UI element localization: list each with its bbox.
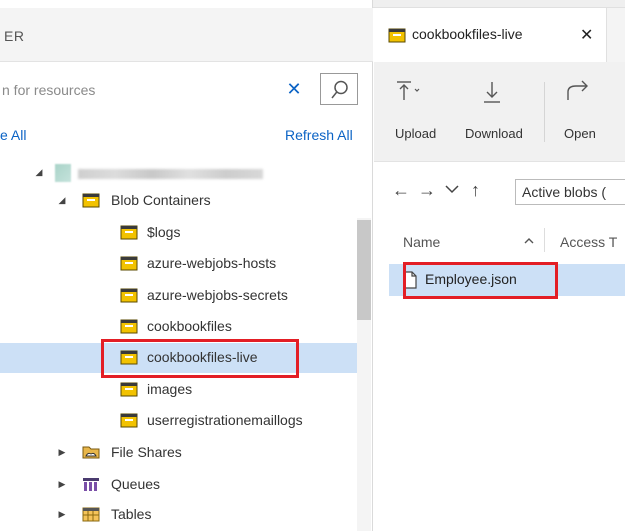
collapsed-arrow-icon[interactable]: ▶ bbox=[57, 508, 67, 520]
container-icon bbox=[120, 413, 138, 428]
tree-label: $logs bbox=[147, 224, 181, 240]
tree-storage-account[interactable]: ◢ bbox=[0, 158, 357, 188]
search-input[interactable] bbox=[0, 75, 311, 105]
tree-label: cookbookfiles bbox=[147, 318, 232, 334]
tree-container[interactable]: userregistrationemaillogs bbox=[0, 406, 357, 436]
download-label: Download bbox=[465, 126, 523, 141]
collapsed-arrow-icon[interactable]: ▶ bbox=[57, 478, 67, 490]
refresh-all-link[interactable]: Refresh All bbox=[285, 127, 353, 143]
highlight-box-file bbox=[403, 262, 558, 299]
upload-button[interactable]: Upload bbox=[382, 62, 456, 162]
download-button[interactable]: Download bbox=[458, 62, 532, 162]
tree-label: userregistrationemaillogs bbox=[147, 412, 303, 428]
expanded-arrow-icon[interactable]: ◢ bbox=[57, 194, 67, 206]
explorer-header: ER bbox=[0, 8, 373, 62]
container-icon bbox=[120, 382, 138, 397]
tab-cookbookfiles-live[interactable]: cookbookfiles-live ✕ bbox=[374, 8, 607, 62]
queue-icon bbox=[83, 478, 99, 491]
tree-container[interactable]: $logs bbox=[0, 218, 357, 248]
explorer-title: ER bbox=[4, 28, 25, 44]
tree-label: Queues bbox=[111, 476, 161, 492]
container-icon bbox=[120, 225, 138, 240]
navigation-bar: ← → ↑ Active blobs ( bbox=[374, 162, 625, 218]
container-icon bbox=[120, 256, 138, 271]
tree-container[interactable]: azure-webjobs-secrets bbox=[0, 281, 357, 311]
tree-container[interactable]: cookbookfiles bbox=[0, 312, 357, 342]
collapse-all-link[interactable]: e All bbox=[0, 127, 26, 143]
file-share-icon bbox=[82, 446, 100, 459]
tree-queues[interactable]: ▶ Queues bbox=[0, 470, 357, 500]
upload-label: Upload bbox=[395, 126, 437, 141]
close-icon[interactable]: ✕ bbox=[283, 77, 305, 101]
path-box[interactable]: Active blobs ( bbox=[515, 179, 625, 205]
explorer-panel: ER ✕ e All Refresh All ◢ ◢ Blob Containe… bbox=[0, 0, 373, 531]
tree-label: Tables bbox=[111, 506, 152, 522]
download-icon bbox=[484, 82, 500, 103]
upload-icon bbox=[397, 81, 420, 100]
tree-scrollbar-thumb[interactable] bbox=[357, 220, 371, 320]
storage-account-name-redacted bbox=[78, 169, 263, 179]
storage-account-icon bbox=[55, 164, 71, 182]
column-header-name[interactable]: Name bbox=[403, 234, 440, 250]
collapsed-arrow-icon[interactable]: ▶ bbox=[57, 446, 67, 458]
tree-blob-containers[interactable]: ◢ Blob Containers bbox=[0, 186, 357, 216]
toolbar: Upload Download Open bbox=[374, 62, 625, 162]
column-header-access-tier[interactable]: Access T bbox=[560, 234, 617, 250]
tree-tables[interactable]: ▶ Tables bbox=[0, 500, 357, 530]
toolbar-separator bbox=[544, 82, 545, 142]
path-text: Active blobs ( bbox=[522, 184, 607, 200]
tab-bar: cookbookfiles-live ✕ bbox=[374, 8, 625, 62]
sort-ascending-icon[interactable] bbox=[524, 237, 534, 245]
tree-file-shares[interactable]: ▶ File Shares bbox=[0, 438, 357, 468]
open-label: Open bbox=[564, 126, 596, 141]
container-icon bbox=[120, 288, 138, 303]
container-icon bbox=[120, 319, 138, 334]
up-icon[interactable]: ↑ bbox=[471, 180, 480, 200]
tree-container[interactable]: images bbox=[0, 375, 357, 405]
tab-label: cookbookfiles-live bbox=[412, 26, 523, 42]
forward-icon[interactable]: → bbox=[418, 180, 436, 200]
tree-label: azure-webjobs-hosts bbox=[147, 255, 277, 271]
search-icon bbox=[331, 80, 348, 99]
open-icon bbox=[567, 80, 588, 100]
chevron-down-icon[interactable] bbox=[445, 184, 459, 194]
tree-label: images bbox=[147, 381, 193, 397]
tree-label: Blob Containers bbox=[111, 192, 211, 208]
table-icon bbox=[82, 507, 100, 522]
close-icon[interactable]: ✕ bbox=[580, 25, 593, 45]
tree-container[interactable]: azure-webjobs-hosts bbox=[0, 249, 357, 279]
list-header: Name Access T bbox=[374, 218, 625, 258]
blob-container-icon bbox=[82, 193, 100, 208]
back-icon[interactable]: ← bbox=[392, 180, 410, 200]
tree-label: File Shares bbox=[111, 444, 182, 460]
expanded-arrow-icon[interactable]: ◢ bbox=[34, 166, 44, 178]
search-button[interactable] bbox=[320, 73, 358, 105]
open-button[interactable]: Open bbox=[554, 62, 625, 162]
column-divider[interactable] bbox=[544, 228, 545, 252]
container-icon bbox=[388, 28, 406, 43]
tree-label: azure-webjobs-secrets bbox=[147, 287, 288, 303]
highlight-box-container bbox=[101, 339, 299, 378]
